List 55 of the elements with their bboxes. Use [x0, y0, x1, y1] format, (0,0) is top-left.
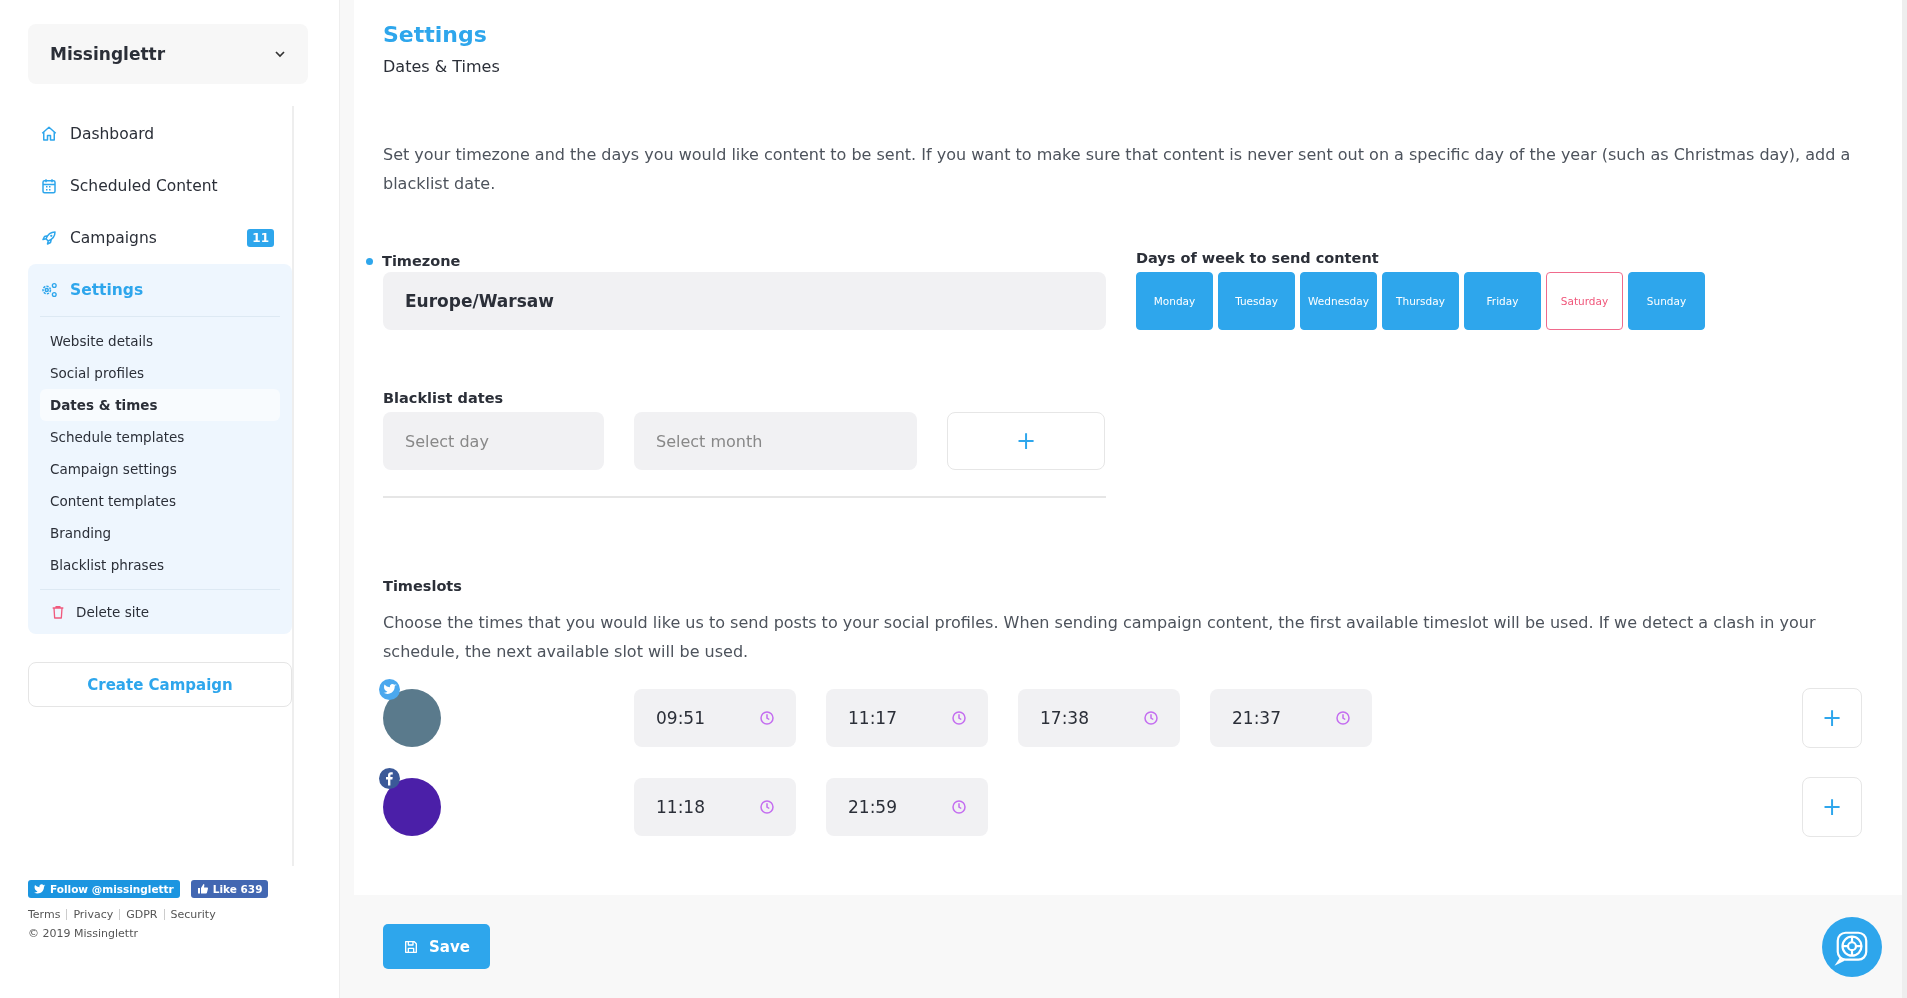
time-field[interactable]: 11:18 [634, 778, 796, 836]
count-badge: 11 [247, 229, 274, 247]
clock-icon [758, 709, 776, 727]
clock-icon [1142, 709, 1160, 727]
like-button[interactable]: Like 639 [190, 880, 269, 898]
time-field[interactable]: 21:59 [826, 778, 988, 836]
site-switcher[interactable]: Missinglettr [28, 24, 308, 84]
required-dot [366, 257, 373, 265]
footer-link[interactable]: Terms [28, 908, 61, 921]
nav-item[interactable]: Campaigns 11 [28, 212, 286, 264]
submenu-item[interactable]: Blacklist phrases [40, 549, 280, 581]
submenu-item[interactable]: Content templates [40, 485, 280, 517]
nav-item[interactable]: Dashboard [28, 108, 286, 160]
submenu-item[interactable]: Dates & times [40, 389, 280, 421]
time-field[interactable]: 11:17 [826, 689, 988, 747]
photo-placeholder [383, 689, 441, 747]
copyright-text: © 2019 Missinglettr [28, 927, 139, 940]
avatar-circle [383, 778, 441, 836]
bird-icon [34, 883, 46, 895]
gears-icon [40, 281, 58, 299]
page-title: Settings [383, 22, 488, 47]
footer-link[interactable]: GDPR [126, 908, 158, 921]
submenu-item[interactable]: Campaign settings [40, 453, 280, 485]
blacklist-label: Blacklist dates [383, 390, 505, 408]
time-field[interactable]: 17:38 [1018, 689, 1180, 747]
nav-item[interactable]: Scheduled Content [28, 160, 286, 212]
footer-link[interactable]: Privacy [73, 908, 114, 921]
delete-site-link[interactable]: Delete site [28, 590, 292, 624]
footer-link[interactable]: Security [170, 908, 216, 921]
submenu-item[interactable]: Branding [40, 517, 280, 549]
submenu-item[interactable]: Website details [40, 325, 280, 357]
timezone-field[interactable]: Europe/Warsaw [383, 272, 1106, 330]
rocket-icon [40, 229, 58, 247]
page-subtitle: Dates & Times [383, 57, 501, 76]
home-icon [40, 125, 58, 143]
twitter-badge-icon [379, 679, 400, 700]
submenu-item[interactable]: Schedule templates [40, 421, 280, 453]
day-select[interactable]: Select day [383, 412, 604, 470]
clock-icon [950, 798, 968, 816]
timeslots-description: Choose the times that you would like us to send posts to your social profiles. When sending campaign content, the first available timeslot will be used. If we detect a clash in your schedule, the next available slot will be used. [383, 612, 1817, 663]
intro-text: Set your timezone and the days you would like content to be sent. If you want to make sure that content is never sent out on a specific day of the year (such as Christmas day), add a blacklist date. [383, 144, 1852, 195]
submenu-item[interactable]: Social profiles [40, 357, 280, 389]
clock-icon [950, 709, 968, 727]
timeslots-label: Timeslots [383, 578, 463, 596]
thumbs-up-icon [196, 883, 209, 895]
time-field[interactable]: 09:51 [634, 689, 796, 747]
timezone-label: Timezone [382, 253, 461, 269]
clock-icon [1334, 709, 1352, 727]
trash-icon [50, 604, 66, 620]
days-label: Days of week to send content [1136, 250, 1380, 268]
time-field[interactable]: 21:37 [1210, 689, 1372, 747]
month-select[interactable]: Select month [634, 412, 917, 470]
calendar-icon [40, 177, 58, 195]
facebook-badge-icon [379, 768, 400, 789]
clock-icon [758, 798, 776, 816]
